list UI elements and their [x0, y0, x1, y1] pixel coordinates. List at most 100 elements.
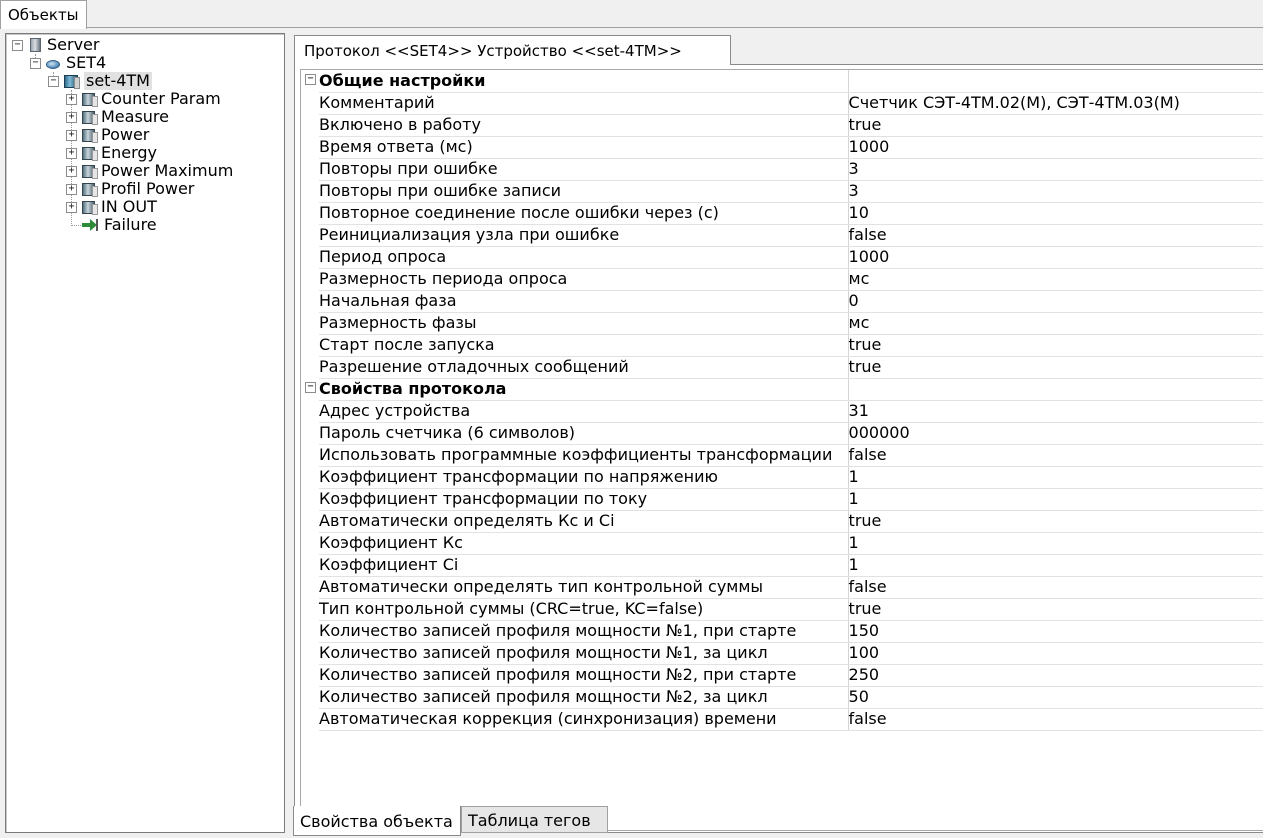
property-row[interactable]: Старт после запуска true	[301, 334, 1263, 357]
property-name: Время ответа (мс)	[319, 136, 849, 159]
property-row[interactable]: Комментарий Счетчик СЭТ-4ТМ.02(М), СЭТ-4Т…	[301, 92, 1263, 115]
property-value[interactable]: false	[848, 708, 1263, 731]
property-value[interactable]: 1	[848, 554, 1263, 577]
property-grid[interactable]: − Общие настройки Комментарий Счетчик СЭТ-4…	[300, 69, 1263, 831]
property-row[interactable]: Количество записей профиля мощности №1, …	[301, 642, 1263, 665]
tree-node-group[interactable]: + Energy	[66, 144, 157, 162]
property-value[interactable]: 1	[848, 532, 1263, 555]
row-gutter	[301, 114, 320, 136]
category-collapse-toggle[interactable]: −	[305, 74, 316, 85]
tree-label-device: set-4TM	[84, 71, 152, 90]
property-row[interactable]: Коэффициент трансформации по току 1	[301, 488, 1263, 511]
tab-tag-table[interactable]: Таблица тегов	[461, 806, 608, 833]
row-gutter	[301, 422, 320, 444]
property-row[interactable]: Коэффициент трансформации по напряжению 1	[301, 466, 1263, 489]
tree-node-set4[interactable]: − SET4	[30, 54, 106, 72]
tree-node-group[interactable]: + Power Maximum	[66, 162, 233, 180]
property-row[interactable]: Повторы при ошибке 3	[301, 158, 1263, 181]
property-row[interactable]: Количество записей профиля мощности №2, …	[301, 664, 1263, 687]
property-category[interactable]: − Свойства протокола	[301, 378, 1263, 401]
property-row[interactable]: Разрешение отладочных сообщений true	[301, 356, 1263, 379]
property-row[interactable]: Тип контрольной суммы (CRC=true, KC=fals…	[301, 598, 1263, 621]
property-value[interactable]: false	[848, 444, 1263, 467]
property-row[interactable]: Количество записей профиля мощности №1, …	[301, 620, 1263, 643]
property-row[interactable]: Повторное соединение после ошибки через …	[301, 202, 1263, 225]
property-row[interactable]: Время ответа (мс) 1000	[301, 136, 1263, 159]
property-value[interactable]: false	[848, 576, 1263, 599]
property-value[interactable]: Счетчик СЭТ-4ТМ.02(М), СЭТ-4ТМ.03(М)	[848, 92, 1263, 115]
collapse-toggle[interactable]: −	[12, 39, 23, 51]
tree-node-group[interactable]: + IN OUT	[66, 198, 157, 216]
tree-node-device[interactable]: − set-4TM	[48, 72, 152, 90]
property-name: Размерность периода опроса	[319, 268, 849, 291]
tree-node-group[interactable]: + Power	[66, 126, 149, 144]
property-row[interactable]: Коэффициент Ci 1	[301, 554, 1263, 577]
property-value[interactable]: 3	[848, 180, 1263, 203]
property-row[interactable]: Включено в работу true	[301, 114, 1263, 137]
property-value[interactable]: 10	[848, 202, 1263, 225]
property-value[interactable]: 250	[848, 664, 1263, 687]
property-value[interactable]: true	[848, 598, 1263, 621]
property-value[interactable]: 1	[848, 466, 1263, 489]
expand-toggle[interactable]: +	[66, 93, 77, 105]
property-row[interactable]: Период опроса 1000	[301, 246, 1263, 269]
property-name: Реинициализация узла при ошибке	[319, 224, 849, 247]
property-value[interactable]: 000000	[848, 422, 1263, 445]
property-value[interactable]: true	[848, 356, 1263, 379]
tab-protocol-device[interactable]: Протокол <<SET4>> Устройство <<set-4TM>>	[294, 35, 731, 65]
property-value[interactable]: мс	[848, 268, 1263, 291]
property-row[interactable]: Начальная фаза 0	[301, 290, 1263, 313]
tree-node-failure[interactable]: Failure	[82, 216, 157, 234]
property-value[interactable]: 150	[848, 620, 1263, 643]
expand-toggle[interactable]: +	[66, 165, 77, 177]
expand-toggle[interactable]: +	[66, 129, 77, 141]
property-value[interactable]: 0	[848, 290, 1263, 313]
property-value[interactable]: 1000	[848, 246, 1263, 269]
property-name: Тип контрольной суммы (CRC=true, KC=fals…	[319, 598, 849, 621]
property-value[interactable]: мс	[848, 312, 1263, 335]
tree-node-server[interactable]: − Server	[12, 36, 99, 54]
expand-toggle[interactable]: +	[66, 111, 77, 123]
property-row[interactable]: Автоматически определять тип контрольной…	[301, 576, 1263, 599]
tree-node-group[interactable]: + Counter Param	[66, 90, 221, 108]
expand-toggle[interactable]: +	[66, 183, 77, 195]
expand-toggle[interactable]: +	[66, 147, 77, 159]
property-row[interactable]: Размерность периода опроса мс	[301, 268, 1263, 291]
property-value[interactable]: true	[848, 114, 1263, 137]
property-name: Коэффициент трансформации по току	[319, 488, 849, 511]
property-row[interactable]: Использовать программные коэффициенты тр…	[301, 444, 1263, 467]
property-value[interactable]: 100	[848, 642, 1263, 665]
row-gutter	[301, 444, 320, 466]
property-value[interactable]: true	[848, 334, 1263, 357]
property-name: Повторное соединение после ошибки через …	[319, 202, 849, 225]
property-value[interactable]: 50	[848, 686, 1263, 709]
property-name: Старт после запуска	[319, 334, 849, 357]
expand-toggle[interactable]: +	[66, 201, 77, 213]
property-value[interactable]: 3	[848, 158, 1263, 181]
property-value[interactable]: 1	[848, 488, 1263, 511]
property-value[interactable]: true	[848, 510, 1263, 533]
collapse-toggle[interactable]: −	[48, 75, 59, 87]
property-value[interactable]: 31	[848, 400, 1263, 423]
property-row[interactable]: Повторы при ошибке записи 3	[301, 180, 1263, 203]
object-tree[interactable]: − Server − SET4 − set-4TM + Counter Para…	[5, 33, 285, 833]
property-row[interactable]: Автоматическая коррекция (синхронизация)…	[301, 708, 1263, 731]
property-row[interactable]: Количество записей профиля мощности №2, …	[301, 686, 1263, 709]
property-value[interactable]: 1000	[848, 136, 1263, 159]
property-row[interactable]: Пароль счетчика (6 символов) 000000	[301, 422, 1263, 445]
category-collapse-toggle[interactable]: −	[305, 382, 316, 393]
property-value[interactable]: false	[848, 224, 1263, 247]
tree-node-group[interactable]: + Measure	[66, 108, 169, 126]
tab-objects[interactable]: Объекты	[0, 0, 87, 29]
property-row[interactable]: Автоматически определять Кс и Ci true	[301, 510, 1263, 533]
category-value	[848, 378, 1263, 401]
property-row[interactable]: Адрес устройства 31	[301, 400, 1263, 423]
property-category[interactable]: − Общие настройки	[301, 70, 1263, 93]
tree-node-group[interactable]: + Profil Power	[66, 180, 194, 198]
collapse-toggle[interactable]: −	[30, 57, 41, 69]
row-gutter	[301, 202, 320, 224]
property-row[interactable]: Размерность фазы мс	[301, 312, 1263, 335]
tab-object-properties[interactable]: Свойства объекта	[293, 806, 461, 836]
property-row[interactable]: Коэффициент Кс 1	[301, 532, 1263, 555]
property-row[interactable]: Реинициализация узла при ошибке false	[301, 224, 1263, 247]
